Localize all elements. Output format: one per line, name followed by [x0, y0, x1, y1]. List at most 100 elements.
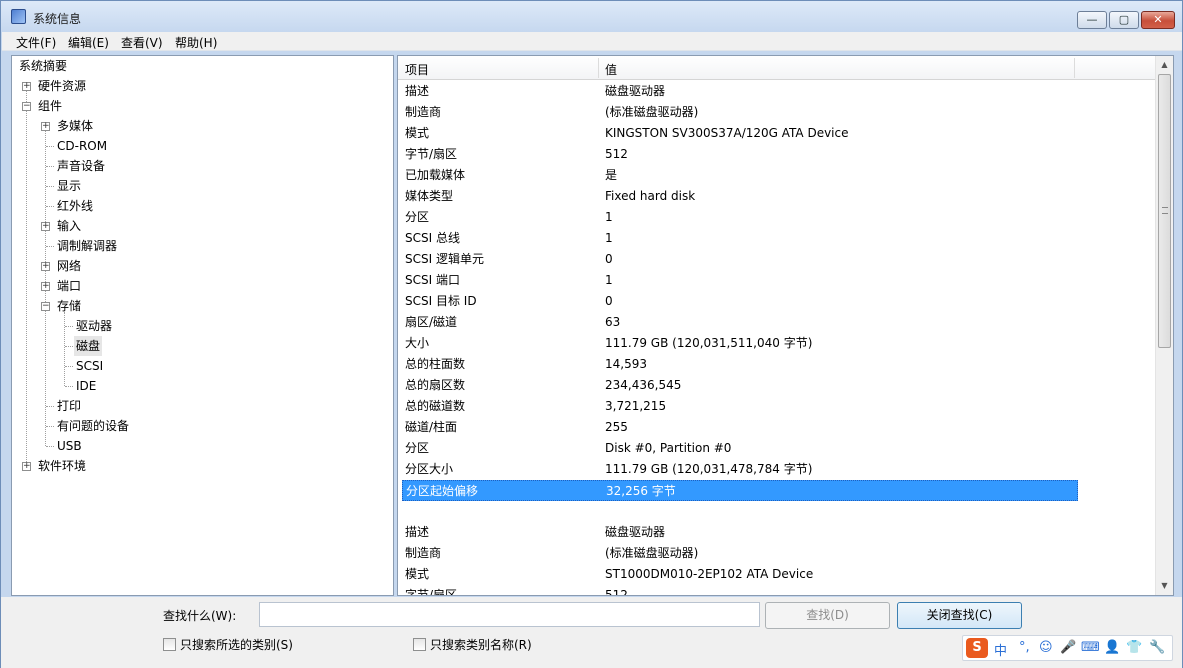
property-value: Fixed hard disk	[605, 189, 696, 203]
find-button[interactable]: 查找(D)	[765, 602, 890, 629]
checkbox[interactable]	[413, 638, 426, 651]
table-row[interactable]: SCSI 逻辑单元 0	[398, 249, 1155, 270]
tree-item-system-summary[interactable]: 系统摘要	[19, 56, 67, 76]
category-tree[interactable]: 系统摘要 + 硬件资源 − 组件 + 多媒体 CD-ROM 声音设备 显示 红外…	[11, 55, 394, 596]
table-row[interactable]: 媒体类型 Fixed hard disk	[398, 186, 1155, 207]
tree-item-drives[interactable]: 驱动器	[76, 316, 112, 336]
tree-item-ide[interactable]: IDE	[76, 376, 96, 396]
tree-item-usb[interactable]: USB	[57, 436, 82, 456]
tree-item-storage[interactable]: 存储	[57, 296, 81, 316]
vertical-scrollbar[interactable]: ▲ ▼	[1155, 56, 1173, 595]
table-row[interactable]: 字节/扇区 512	[398, 585, 1155, 596]
table-row[interactable]: 扇区/磁道 63	[398, 312, 1155, 333]
table-row[interactable]: 总的扇区数 234,436,545	[398, 375, 1155, 396]
emoji-icon[interactable]: ☺	[1039, 640, 1053, 655]
tree-item-infrared[interactable]: 红外线	[57, 196, 93, 216]
table-row[interactable]: SCSI 端口 1	[398, 270, 1155, 291]
property-name: 媒体类型	[405, 189, 454, 203]
sogou-logo-icon[interactable]: S	[966, 638, 988, 658]
table-row[interactable]: 分区大小 111.79 GB (120,031,478,784 字节)	[398, 459, 1155, 480]
checkbox[interactable]	[163, 638, 176, 651]
table-row[interactable]: SCSI 总线 1	[398, 228, 1155, 249]
property-value: KINGSTON SV300S37A/120G ATA Device	[605, 126, 849, 140]
table-row[interactable]: 模式 ST1000DM010-2EP102 ATA Device	[398, 564, 1155, 585]
scroll-thumb[interactable]	[1158, 74, 1171, 348]
tree-item-disks[interactable]: 磁盘	[74, 336, 103, 356]
tree-item-components[interactable]: 组件	[38, 96, 62, 116]
property-name: SCSI 逻辑单元	[405, 252, 484, 266]
menu-help[interactable]: 帮助(H)	[175, 34, 217, 51]
tree-item-problem-devices[interactable]: 有问题的设备	[57, 416, 129, 436]
property-value: Disk #0, Partition #0	[605, 441, 732, 455]
scroll-down-arrow[interactable]: ▼	[1156, 577, 1173, 594]
table-row[interactable]: 总的柱面数 14,593	[398, 354, 1155, 375]
expand-icon[interactable]: +	[41, 222, 50, 231]
property-value: 512	[605, 588, 628, 596]
table-row[interactable]: 总的磁道数 3,721,215	[398, 396, 1155, 417]
tree-item-cdrom[interactable]: CD-ROM	[57, 136, 107, 156]
tree-item-scsi[interactable]: SCSI	[76, 356, 103, 376]
menu-view[interactable]: 查看(V)	[121, 34, 163, 51]
table-row[interactable]: 分区 Disk #0, Partition #0	[398, 438, 1155, 459]
tree-item-software-environment[interactable]: 软件环境	[38, 456, 86, 476]
column-divider[interactable]	[1074, 58, 1075, 78]
property-value: 3,721,215	[605, 399, 667, 413]
tree-item-hardware-resources[interactable]: 硬件资源	[38, 76, 86, 96]
table-row[interactable]: 制造商 (标准磁盘驱动器)	[398, 102, 1155, 123]
expand-icon[interactable]: +	[41, 122, 50, 131]
table-row[interactable]: 字节/扇区 512	[398, 144, 1155, 165]
property-name: 总的柱面数	[405, 357, 466, 371]
settings-wrench-icon[interactable]: 🔧	[1149, 640, 1165, 655]
table-row[interactable]: 大小 111.79 GB (120,031,511,040 字节)	[398, 333, 1155, 354]
column-header: 项目 值	[398, 56, 1155, 80]
expand-icon[interactable]: +	[22, 462, 31, 471]
property-name: 分区起始偏移	[406, 484, 479, 498]
table-row[interactable]: 描述 磁盘驱动器	[398, 522, 1155, 543]
chinese-mode-icon[interactable]: 中	[994, 640, 1007, 659]
tree-item-multimedia[interactable]: 多媒体	[57, 116, 93, 136]
ime-toolbar[interactable]: S 中 °, ☺ 🎤 ⌨ 👤 👕 🔧	[962, 635, 1173, 661]
find-what-input[interactable]	[259, 602, 760, 627]
table-row[interactable]: 分区 1	[398, 207, 1155, 228]
tree-item-network[interactable]: 网络	[57, 256, 81, 276]
table-row[interactable]: 磁道/柱面 255	[398, 417, 1155, 438]
close-find-button[interactable]: 关闭查找(C)	[897, 602, 1022, 629]
column-divider[interactable]	[598, 58, 599, 78]
table-row[interactable]: 已加载媒体 是	[398, 165, 1155, 186]
collapse-icon[interactable]: −	[41, 302, 50, 311]
tree-item-sound[interactable]: 声音设备	[57, 156, 105, 176]
menu-file[interactable]: 文件(F)	[16, 34, 56, 51]
column-header-item[interactable]: 项目	[405, 61, 429, 78]
skin-icon[interactable]: 👕	[1126, 640, 1142, 655]
menu-edit[interactable]: 编辑(E)	[68, 34, 109, 51]
property-value: 14,593	[605, 357, 647, 371]
scroll-up-arrow[interactable]: ▲	[1156, 56, 1173, 73]
microphone-icon[interactable]: 🎤	[1060, 640, 1076, 655]
property-value: ST1000DM010-2EP102 ATA Device	[605, 567, 814, 581]
table-row[interactable]: 分区起始偏移 32,256 字节	[402, 480, 1078, 501]
title-bar[interactable]: 系统信息 — ▢ ✕	[1, 1, 1182, 32]
close-button[interactable]: ✕	[1141, 11, 1175, 29]
expand-icon[interactable]: +	[41, 262, 50, 271]
table-row[interactable]: 模式 KINGSTON SV300S37A/120G ATA Device	[398, 123, 1155, 144]
tree-item-printing[interactable]: 打印	[57, 396, 81, 416]
property-value: 63	[605, 315, 621, 329]
table-row[interactable]: SCSI 目标 ID 0	[398, 291, 1155, 312]
expand-icon[interactable]: +	[22, 82, 31, 91]
tree-item-input[interactable]: 输入	[57, 216, 81, 236]
keyboard-icon[interactable]: ⌨	[1081, 640, 1100, 655]
minimize-button[interactable]: —	[1077, 11, 1107, 29]
punctuation-icon[interactable]: °,	[1019, 640, 1030, 655]
table-row[interactable]	[398, 501, 1155, 522]
details-list[interactable]: 项目 值 描述 磁盘驱动器 制造商 (标准磁盘驱动器) 模式 KINGSTON SV300…	[397, 55, 1174, 596]
user-icon[interactable]: 👤	[1104, 640, 1120, 655]
maximize-button[interactable]: ▢	[1109, 11, 1139, 29]
table-row[interactable]: 描述 磁盘驱动器	[398, 81, 1155, 102]
tree-item-display[interactable]: 显示	[57, 176, 81, 196]
expand-icon[interactable]: +	[41, 282, 50, 291]
column-header-value[interactable]: 值	[605, 61, 617, 78]
tree-item-modem[interactable]: 调制解调器	[57, 236, 117, 256]
table-row[interactable]: 制造商 (标准磁盘驱动器)	[398, 543, 1155, 564]
tree-item-ports[interactable]: 端口	[57, 276, 81, 296]
collapse-icon[interactable]: −	[22, 102, 31, 111]
